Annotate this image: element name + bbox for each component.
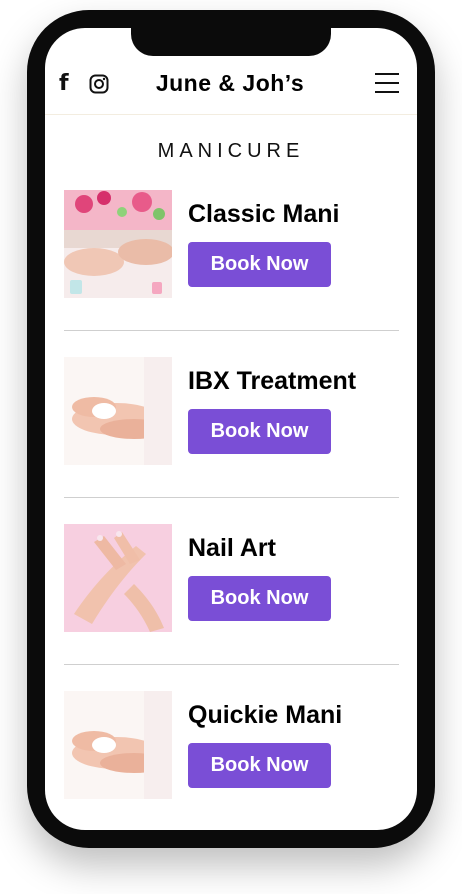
brand-title[interactable]: June & Joh’s (135, 70, 325, 97)
service-title: Nail Art (188, 534, 276, 562)
phone-screen: f June & Joh’s MANICURE Classic Mani Boo… (45, 28, 417, 830)
service-title: Classic Mani (188, 200, 340, 228)
service-title: Quickie Mani (188, 701, 343, 729)
list-item: Quickie Mani Book Now (45, 691, 417, 830)
divider (64, 497, 399, 498)
site-header: f June & Joh’s (45, 58, 417, 114)
pink-nails-photo (64, 524, 172, 632)
instagram-icon[interactable] (89, 74, 109, 94)
manicure-salon-photo (64, 190, 172, 298)
stage: f June & Joh’s MANICURE Classic Mani Boo… (0, 0, 462, 894)
book-now-button[interactable]: Book Now (188, 576, 331, 621)
facebook-icon[interactable]: f (59, 73, 73, 95)
book-now-button[interactable]: Book Now (188, 409, 331, 454)
service-list: Classic Mani Book Now IBX Treatment Book… (45, 190, 417, 830)
list-item: Classic Mani Book Now (45, 190, 417, 357)
header-divider (45, 114, 417, 115)
list-item: IBX Treatment Book Now (45, 357, 417, 524)
hands-cream-photo (64, 691, 172, 799)
divider (64, 330, 399, 331)
section-title: MANICURE (157, 140, 305, 162)
list-item: Nail Art Book Now (45, 524, 417, 691)
divider (64, 664, 399, 665)
phone-notch (131, 28, 331, 56)
book-now-button[interactable]: Book Now (188, 743, 331, 788)
service-title: IBX Treatment (188, 367, 357, 395)
hands-cream-photo (64, 357, 172, 465)
hamburger-menu-icon[interactable] (375, 72, 399, 94)
book-now-button[interactable]: Book Now (188, 242, 331, 287)
